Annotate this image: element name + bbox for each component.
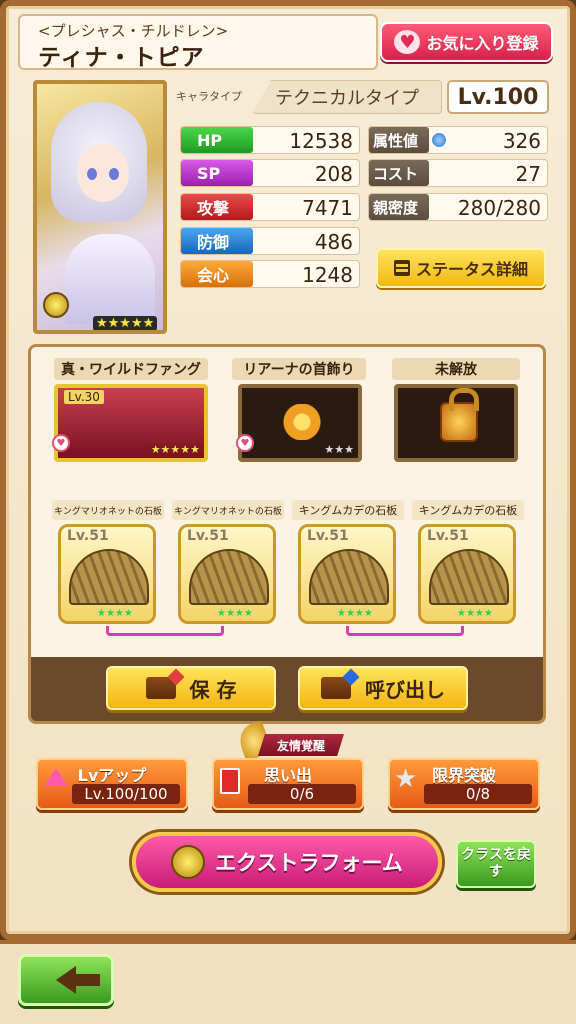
portrait-eye-left — [87, 168, 97, 180]
weapon-slot[interactable]: Lv.30 ♥ ★★★★★ — [52, 384, 208, 462]
memories-progress: 0/6 — [248, 784, 356, 804]
stone-stars: ★★★★ — [457, 608, 493, 619]
type-label: キャラタイプ — [176, 90, 242, 103]
heart-icon: ♥ — [52, 434, 70, 452]
up-arrow-icon — [44, 768, 68, 786]
back-button[interactable] — [18, 954, 114, 1006]
heart-icon: ♥ — [236, 434, 254, 452]
rarity-stars: ★★★★★ — [93, 316, 158, 330]
accessory-stars: ★★★ — [324, 443, 354, 456]
character-portrait[interactable]: ★★★★★ — [33, 80, 167, 334]
stat-value: 12538 — [289, 129, 353, 153]
stone-name: キングムカデの石板 — [292, 500, 404, 520]
stat-value: 208 — [314, 162, 353, 186]
stat-affinity: 親密度 280/280 — [368, 193, 548, 221]
stone-tablet-icon — [309, 549, 389, 605]
stone-tablet-icon — [69, 549, 149, 605]
extra-form-button[interactable]: エクストラフォーム — [132, 832, 442, 892]
lock-icon — [440, 388, 479, 442]
limit-break-progress: 0/8 — [424, 784, 532, 804]
status-detail-label: ステータス詳細 — [415, 260, 528, 279]
stat-label: 防御 — [181, 228, 253, 254]
status-detail-button[interactable]: ステータス詳細 — [376, 248, 546, 288]
list-icon — [393, 260, 410, 276]
stone-level: Lv.51 — [67, 528, 109, 544]
star-icon: ★ — [394, 764, 418, 794]
slot-name-locked: 未解放 — [392, 358, 520, 380]
stone-stars: ★★★★ — [337, 608, 373, 619]
stat-label: 属性値 — [369, 127, 429, 153]
stat-value: 326 — [502, 129, 541, 153]
type-value: テクニカルタイプ — [252, 80, 442, 114]
stone-slot[interactable]: Lv.51 ★★★★ — [58, 524, 156, 624]
emblem-icon — [171, 845, 206, 879]
water-element-icon — [431, 132, 447, 148]
stone-level: Lv.51 — [307, 528, 349, 544]
character-name: ティナ・トピア — [38, 45, 205, 71]
level-up-progress: Lv.100/100 — [72, 784, 180, 804]
save-label: 保 存 — [189, 677, 237, 702]
book-icon — [220, 768, 240, 794]
stat-label: 攻撃 — [181, 194, 253, 220]
ribbon-icon — [280, 404, 324, 440]
stone-stars: ★★★★ — [97, 608, 133, 619]
stat-label: コスト — [369, 160, 429, 186]
stone-slot[interactable]: Lv.51 ★★★★ — [418, 524, 516, 624]
class-revert-button[interactable]: クラスを戻す — [456, 840, 536, 888]
locked-slot[interactable] — [394, 384, 518, 462]
stat-critical: 会心 1248 — [180, 260, 360, 288]
heart-icon: ♥ — [394, 30, 421, 54]
load-icon — [321, 677, 351, 699]
stat-label: SP — [181, 160, 253, 186]
back-arrow-icon — [56, 966, 100, 994]
stat-attack: 攻撃 7471 — [180, 193, 360, 221]
stone-slot[interactable]: Lv.51 ★★★★ — [178, 524, 276, 624]
stat-value: 1248 — [302, 263, 353, 287]
stone-level: Lv.51 — [187, 528, 229, 544]
weapon-level: Lv.30 — [64, 390, 104, 404]
stone-slot[interactable]: Lv.51 ★★★★ — [298, 524, 396, 624]
slot-name-weapon: 真・ワイルドファング — [54, 358, 208, 380]
stat-label: 会心 — [181, 261, 253, 287]
stone-tablet-icon — [189, 549, 269, 605]
load-button[interactable]: 呼び出し — [298, 666, 468, 710]
memories-button[interactable]: 思い出 0/6 — [212, 758, 364, 810]
stat-value: 27 — [515, 162, 541, 186]
stone-level: Lv.51 — [427, 528, 469, 544]
stone-name: キングムカデの石板 — [412, 500, 524, 520]
load-label: 呼び出し — [365, 677, 445, 702]
favorite-button[interactable]: ♥ お気に入り登録 — [380, 22, 553, 62]
accessory-slot[interactable]: ♥ ★★★ — [236, 384, 362, 462]
stat-cost: コスト 27 — [368, 159, 548, 187]
limit-break-button[interactable]: 限界突破 0/8 ★ — [388, 758, 540, 810]
save-icon — [145, 677, 176, 699]
stone-stars: ★★★★ — [217, 608, 253, 619]
stat-label: HP — [181, 127, 253, 153]
level-display: Lv.100 — [447, 80, 549, 114]
stat-sp: SP 208 — [180, 159, 360, 187]
stone-tablet-icon — [429, 549, 509, 605]
save-button[interactable]: 保 存 — [106, 666, 276, 710]
stat-defense: 防御 486 — [180, 227, 360, 255]
stat-hp: HP 12538 — [180, 126, 360, 154]
stone-name: キングマリオネットの石板 — [172, 500, 284, 520]
slot-name-accessory: リアーナの首飾り — [232, 358, 366, 380]
stat-value: 486 — [314, 230, 353, 254]
portrait-eye-right — [109, 168, 119, 180]
level-up-button[interactable]: Lvアップ Lv.100/100 — [36, 758, 188, 810]
stat-value: 280/280 — [457, 196, 541, 220]
friendship-awakening-badge: 友情覚醒 — [258, 734, 344, 756]
extra-form-label: エクストラフォーム — [215, 851, 403, 875]
weapon-stars: ★★★★★ — [150, 443, 200, 456]
stat-label: 親密度 — [369, 194, 429, 220]
portrait-face — [77, 144, 129, 202]
stone-link-indicator — [346, 626, 464, 636]
stone-link-indicator — [106, 626, 224, 636]
favorite-label: お気に入り登録 — [426, 34, 539, 53]
stat-element: 属性値 326 — [368, 126, 548, 154]
emblem-icon — [43, 292, 69, 318]
portrait-body — [65, 234, 155, 324]
stone-name: キングマリオネットの石板 — [52, 500, 164, 520]
stat-value: 7471 — [302, 196, 353, 220]
